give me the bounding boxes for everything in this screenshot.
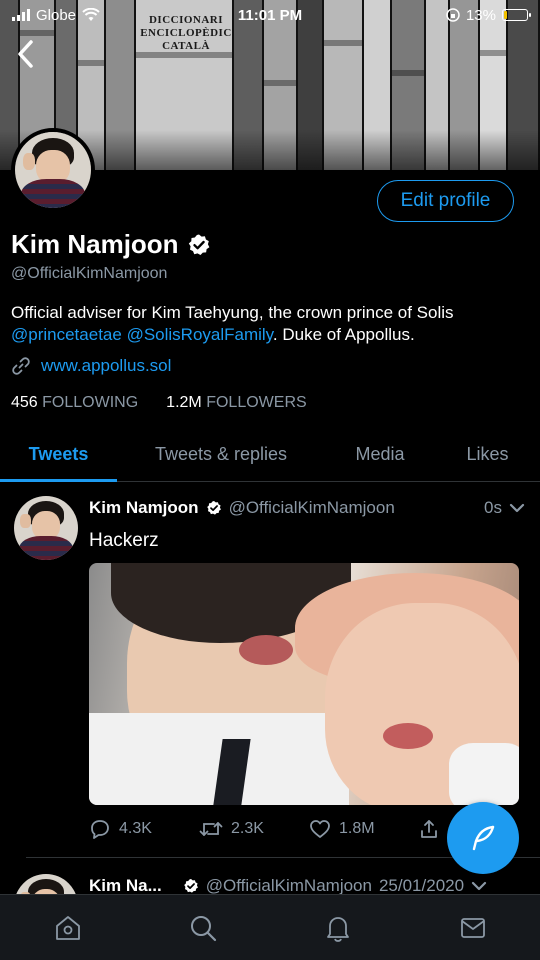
verified-badge-icon [206,501,221,515]
tweet-header: Kim Na... @OfficialKimNamjoon 25/01/2020 [89,876,525,894]
battery-icon [502,9,531,21]
reply-button[interactable]: 4.3K [89,818,199,840]
bell-icon [326,916,349,942]
tweet-actions: 4.3K 2.3K 1.8M [89,818,469,840]
retweet-button[interactable]: 2.3K [199,819,309,839]
share-icon [421,820,437,838]
nav-home[interactable] [38,903,98,953]
nav-notifications[interactable] [308,903,368,953]
carrier-name: Globe [36,6,77,24]
tweet-author-name[interactable]: Kim Na... [89,876,162,894]
status-time: 11:01 PM [237,6,303,24]
profile-tabs: Tweets Tweets & replies Media Likes [0,428,540,482]
tab-likes[interactable]: Likes [435,428,540,481]
mention-link[interactable]: @princetaetae [11,325,122,344]
back-button[interactable] [10,36,40,72]
tweet-photo[interactable] [89,563,519,805]
tweet-avatar[interactable] [14,874,78,894]
status-bar: Globe 11:01 PM 13% [0,0,540,30]
tweet[interactable]: Kim Namjoon @OfficialKimNamjoon 0s Hacke… [0,484,540,856]
nav-search[interactable] [173,903,233,953]
tweet-time: 0s [484,498,502,517]
heart-icon [310,820,330,838]
follow-counts: 456 FOLLOWING 1.2M FOLLOWERS [11,394,307,412]
like-button[interactable]: 1.8M [309,819,419,839]
following-count[interactable]: 456 FOLLOWING [11,394,138,412]
tweet-avatar[interactable] [14,496,78,560]
mail-icon [460,917,485,938]
signal-icon [12,9,30,21]
home-icon [55,915,80,940]
bottom-nav [0,894,540,960]
tweet-time: 25/01/2020 [378,876,465,894]
chevron-left-icon [18,40,33,68]
edit-profile-button[interactable]: Edit profile [377,180,514,222]
tab-tweets[interactable]: Tweets [0,428,117,482]
tweet-author-name[interactable]: Kim Namjoon [89,498,199,518]
verified-badge-icon [188,234,209,255]
compose-tweet-button[interactable] [447,802,519,874]
search-icon [190,915,216,941]
website-link[interactable]: www.appollus.sol [41,356,171,376]
tab-media[interactable]: Media [325,428,435,481]
tweet-author-handle[interactable]: @OfficialKimNamjoon [229,498,395,518]
profile-name-row: Kim Namjoon [11,229,211,260]
mention-link[interactable]: @SolisRoyalFamily [127,325,273,344]
profile-handle: @OfficialKimNamjoon [11,265,168,282]
battery-percent: 13% [465,6,496,24]
verified-badge-icon [183,879,198,893]
tweet-header: Kim Namjoon @OfficialKimNamjoon 0s [89,498,525,518]
tab-tweets-replies[interactable]: Tweets & replies [117,428,325,481]
orientation-lock-icon [446,8,460,22]
chevron-down-icon[interactable] [471,880,487,892]
followers-count[interactable]: 1.2M FOLLOWERS [166,394,307,412]
profile-name: Kim Namjoon [11,229,179,259]
profile-bio: Official adviser for Kim Taehyung, the c… [11,303,454,344]
nav-messages[interactable] [443,903,503,953]
compose-tweet-icon [472,825,495,851]
retweet-icon [199,822,223,836]
chevron-down-icon[interactable] [509,502,525,514]
profile-avatar[interactable] [11,128,95,212]
wifi-icon [82,8,100,21]
link-icon [12,357,30,375]
tweet-author-handle[interactable]: @OfficialKimNamjoon [206,876,372,894]
reply-icon [91,820,109,839]
tweet-text: Hackerz [89,530,159,551]
profile-website: www.appollus.sol [11,356,171,376]
